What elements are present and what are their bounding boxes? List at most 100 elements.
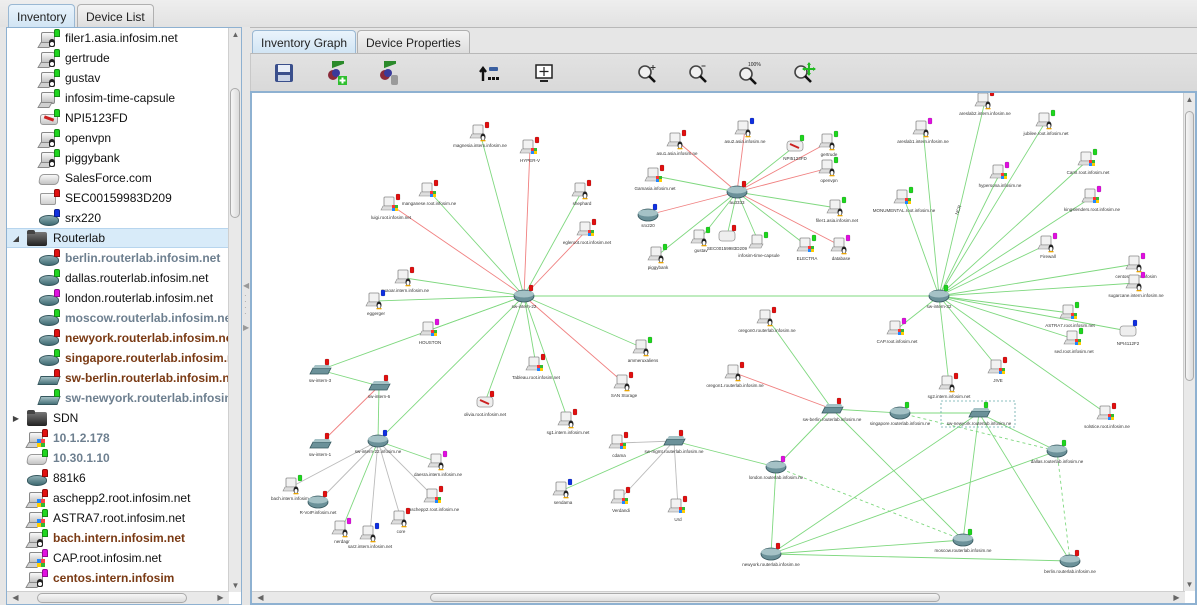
graph-link[interactable] <box>962 412 980 541</box>
graph-node[interactable]: sar2.intern.infosim.net <box>348 522 393 549</box>
graph-node[interactable]: Firewall <box>1037 232 1058 259</box>
graph-node[interactable]: Urd <box>667 495 688 522</box>
tree-item[interactable]: berlin.routerlab.infosim.net <box>7 248 229 268</box>
graph-scroll-left-arrow-icon[interactable]: ◀ <box>254 593 267 602</box>
tree-folder[interactable]: ◢ Routerlab <box>7 228 229 248</box>
graph-node[interactable]: solstice.root.infosim.ne <box>1084 402 1130 429</box>
graph-scroll-up-arrow-icon[interactable]: ▲ <box>1184 95 1195 104</box>
graph-node[interactable]: sg2.intern.infosim.net <box>928 372 972 399</box>
graph-node[interactable]: R-VoIP.infosim.net <box>300 490 337 515</box>
graph-node[interactable]: berlin.routerlab.infosim.ne <box>1044 549 1096 574</box>
graph-node[interactable]: eggerger <box>365 289 386 316</box>
graph-node[interactable]: areslab2.intern.infosim.ne <box>959 93 1011 116</box>
graph-node[interactable]: SEC00159983D209 <box>707 224 748 251</box>
graph-node[interactable]: filer1.asia.infosim.net <box>816 196 859 223</box>
graph-node[interactable]: areslab1.intern.infosim.ne <box>897 117 949 144</box>
graph-node[interactable]: srx220 <box>637 203 659 228</box>
tree-item[interactable]: gustav <box>7 68 229 88</box>
graph-link[interactable] <box>484 295 525 403</box>
graph-horizontal-scrollbar[interactable]: ◀ ▶ <box>252 591 1185 603</box>
graph-node[interactable]: Tableau.root.infosim.net <box>512 353 561 380</box>
tree-horizontal-scrollbar[interactable]: ◀ ▶ <box>7 591 229 604</box>
graph-node[interactable]: infosim-time-capsule <box>738 231 780 258</box>
graph-node[interactable]: NPI4112F2 <box>1117 319 1140 346</box>
tree-item[interactable]: 10.30.1.10 <box>7 448 229 468</box>
save-button[interactable] <box>271 60 297 86</box>
tree-item[interactable]: bach.intern.infosim.net <box>7 528 229 548</box>
graph-node[interactable]: kingslenders.root.infosim.ne <box>1064 185 1121 212</box>
network-graph[interactable]: NCR sw-intern-22 au3333 sw-intern-32 magnesi… <box>252 93 1185 591</box>
fit-screen-button[interactable] <box>531 60 557 86</box>
graph-node[interactable]: sendama <box>552 478 573 505</box>
graph-link[interactable] <box>377 295 525 442</box>
graph-node[interactable]: nerdagr <box>331 517 352 544</box>
graph-link[interactable] <box>938 172 1001 297</box>
graph-link-dashed[interactable] <box>775 466 964 541</box>
graph-node[interactable]: dallas.routerlab.infosim.ne <box>1031 439 1084 464</box>
graph-node[interactable]: asu1.asia.infosim.ne <box>656 129 698 156</box>
graph-node[interactable]: daesra.intern.infosim.ne <box>414 450 463 477</box>
scroll-down-arrow-icon[interactable]: ▼ <box>229 581 242 590</box>
graph-node[interactable]: oregon0.routerlab.infosim.ne <box>738 306 796 333</box>
inventory-graph-canvas[interactable]: NCR sw-intern-22 au3333 sw-intern-32 magnesi… <box>250 91 1197 605</box>
tree-item[interactable]: dallas.routerlab.infosim.net <box>7 268 229 288</box>
tree-item[interactable]: srx220 <box>7 208 229 228</box>
tree-item[interactable]: SalesForce.com <box>7 168 229 188</box>
graph-node[interactable]: bach.intern.infosim.ne <box>271 474 316 501</box>
graph-node[interactable]: egleroot.root.infosim.net <box>563 218 612 245</box>
tab-device-list[interactable]: Device List <box>77 4 154 28</box>
graph-scroll-down-arrow-icon[interactable]: ▼ <box>1184 580 1195 589</box>
graph-link[interactable] <box>938 282 1137 297</box>
graph-node[interactable]: ELECTRA <box>796 234 818 261</box>
graph-scroll-right-arrow-icon[interactable]: ▶ <box>1170 593 1183 602</box>
graph-link[interactable] <box>676 140 738 193</box>
tab-device-properties[interactable]: Device Properties <box>357 30 470 54</box>
graph-link[interactable] <box>831 408 964 541</box>
graph-node[interactable]: singapore.routerlab.infosim.ne <box>870 401 931 426</box>
tree-item[interactable]: filer1.asia.infosim.net <box>7 28 229 48</box>
graph-node[interactable]: olivia.root.infosim.net <box>464 390 507 417</box>
pane-splitter[interactable]: ◀ · · · · ▶ <box>242 27 250 605</box>
graph-link[interactable] <box>375 295 525 302</box>
graph-node[interactable]: cdama <box>608 431 629 458</box>
graph-link[interactable] <box>938 100 986 297</box>
zoom-pan-button[interactable] <box>791 60 817 86</box>
tree-folder[interactable]: ▶ SDN <box>7 408 229 428</box>
zoom-in-button[interactable] <box>635 60 661 86</box>
tree-item[interactable]: sw-berlin.routerlab.infosim.net <box>7 368 229 388</box>
graph-node[interactable]: sed.root.infosim.net <box>1054 327 1094 354</box>
tree-item[interactable]: 881k6 <box>7 468 229 488</box>
graph-link[interactable] <box>404 277 525 297</box>
scroll-up-arrow-icon[interactable]: ▲ <box>229 30 242 39</box>
graph-link[interactable] <box>770 553 1071 562</box>
zoom-100-button[interactable]: 100% <box>737 60 763 86</box>
graph-node[interactable]: sw-intern-3 <box>309 358 332 383</box>
tree-item[interactable]: gertrude <box>7 48 229 68</box>
graph-node[interactable]: openvpn <box>818 156 839 183</box>
graph-node[interactable]: MONUMENTAL.root.infosim.ne <box>873 186 936 213</box>
tree-item[interactable]: centos.intern.infosim <box>7 568 229 588</box>
tab-inventory[interactable]: Inventory <box>8 4 76 29</box>
tree-item[interactable]: aschepp2.root.infosim.net <box>7 488 229 508</box>
tree-item[interactable]: ASTRA7.root.infosim.net <box>7 508 229 528</box>
expand-toggle-icon[interactable]: ▶ <box>11 414 21 423</box>
tree-item[interactable]: piggybank <box>7 148 229 168</box>
graph-node[interactable]: SAN Storage <box>611 371 638 398</box>
graph-node[interactable]: JIVE <box>987 356 1008 383</box>
tree-item[interactable]: moscow.routerlab.infosim.net <box>7 308 229 328</box>
graph-node[interactable]: hypersona.infosim.ne <box>979 161 1022 188</box>
graph-node[interactable]: ASTRA7.root.infosim.net <box>1045 301 1096 328</box>
graph-node[interactable]: magnesia.intern.infosim.ne <box>453 121 507 148</box>
tree-item[interactable]: singapore.routerlab.infosim.net <box>7 348 229 368</box>
tab-inventory-graph[interactable]: Inventory Graph <box>252 30 357 55</box>
graph-link-dashed[interactable] <box>1056 450 1071 562</box>
graph-node[interactable]: database <box>830 234 851 261</box>
graph-node[interactable]: HYPER-V <box>519 136 540 163</box>
tree-item[interactable]: NPI5123FD <box>7 108 229 128</box>
tree-item[interactable]: infosim-time-capsule <box>7 88 229 108</box>
graph-node[interactable]: gertrude <box>818 130 839 157</box>
tree-vscroll-thumb[interactable] <box>230 88 240 218</box>
graph-vscroll-thumb[interactable] <box>1185 111 1194 381</box>
tree-item[interactable]: openvpn <box>7 128 229 148</box>
graph-node[interactable]: manganese.root.infosim.ne <box>402 179 457 206</box>
